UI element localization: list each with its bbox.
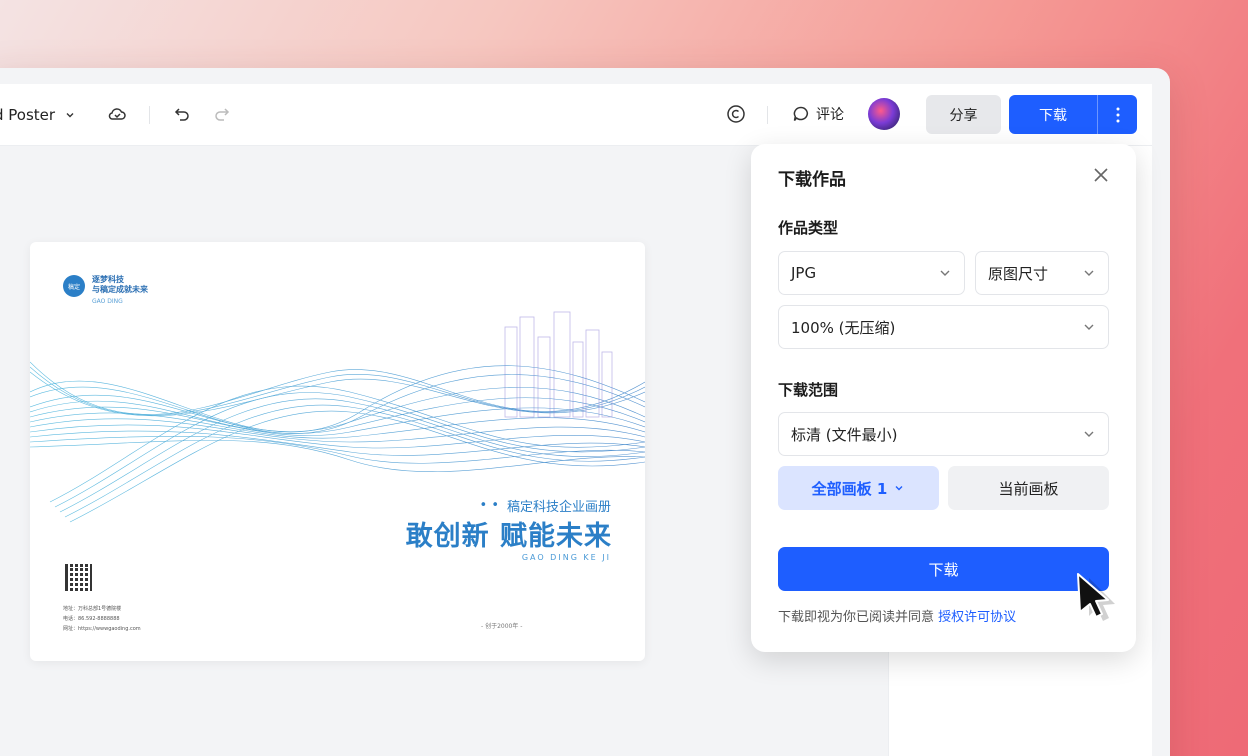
chevron-down-icon — [940, 270, 950, 276]
close-icon[interactable] — [1092, 166, 1110, 184]
share-button[interactable]: 分享 — [926, 95, 1001, 134]
avatar[interactable] — [868, 98, 900, 130]
clarity-select[interactable]: 标清 (文件最小) — [778, 412, 1109, 456]
size-value: 原图尺寸 — [988, 264, 1049, 283]
poster-since: - 创于2000年 - — [481, 623, 523, 630]
terms-text: 下载即视为你已阅读并同意 授权许可协议 — [778, 606, 1016, 625]
download-button[interactable]: 下载 — [1009, 105, 1097, 125]
panel-title: 下载作品 — [778, 170, 846, 190]
cloud-save-icon[interactable] — [105, 102, 129, 126]
poster-contact-address: 地址：万科总部1号德院楼 — [63, 606, 122, 612]
comment-icon — [793, 106, 809, 121]
clarity-value: 标清 (文件最小) — [791, 425, 898, 444]
poster-english: GAO DING KE JI — [521, 553, 611, 562]
chevron-down-icon — [1084, 324, 1094, 330]
more-options-icon[interactable] — [1097, 95, 1137, 134]
comment-label: 评论 — [816, 107, 844, 123]
poster-canvas[interactable]: 稿定 逐梦科技 与稿定成就未来 GAO DING • • 稿定科技企业画册 敢创… — [30, 242, 645, 661]
terms-prefix: 下载即视为你已阅读并同意 — [778, 610, 935, 625]
undo-icon[interactable] — [170, 102, 194, 126]
poster-logo-line1: 逐梦科技 — [92, 275, 124, 284]
poster-contact-web: 网址：https://wwwgaoding.com — [63, 626, 141, 632]
toolbar-divider — [149, 106, 150, 124]
poster-logo-line2: 与稿定成就未来 — [92, 285, 148, 294]
poster-logo-text: 逐梦科技 与稿定成就未来 — [92, 275, 148, 295]
poster-subtitle-text: 稿定科技企业画册 — [506, 500, 611, 515]
format-value: JPG — [791, 264, 817, 282]
size-select[interactable]: 原图尺寸 — [975, 251, 1109, 295]
toolbar-divider — [767, 106, 768, 124]
poster-logo-sub: GAO DING — [92, 298, 123, 305]
poster-subtitle: • • 稿定科技企业画册 — [480, 496, 611, 515]
copyright-icon[interactable] — [724, 102, 748, 126]
panel-download-button[interactable]: 下载 — [778, 547, 1109, 591]
chevron-down-icon — [1084, 270, 1094, 276]
all-boards-option[interactable]: 全部画板 1 — [778, 466, 939, 510]
chevron-down-icon — [895, 486, 903, 491]
chevron-down-icon — [66, 113, 74, 118]
all-boards-label: 全部画板 1 — [811, 479, 888, 498]
document-title-text: d Poster — [0, 106, 56, 124]
comment-button[interactable]: 评论 — [792, 104, 844, 124]
current-board-option[interactable]: 当前画板 — [948, 466, 1109, 510]
chevron-down-icon — [1084, 431, 1094, 437]
type-section-label: 作品类型 — [778, 219, 839, 237]
range-section-label: 下载范围 — [778, 381, 839, 399]
quality-select[interactable]: 100% (无压缩) — [778, 305, 1109, 349]
mouse-cursor-icon — [1077, 573, 1115, 621]
redo-icon[interactable] — [210, 102, 234, 126]
format-select[interactable]: JPG — [778, 251, 965, 295]
top-toolbar: d Poster 评论 分享 下载 — [0, 84, 1152, 146]
poster-headline: 敢创新 赋能未来 — [405, 521, 612, 552]
quality-value: 100% (无压缩) — [791, 318, 896, 337]
poster-dots: • • — [479, 498, 499, 513]
poster-logo: 稿定 — [63, 275, 85, 297]
terms-link[interactable]: 授权许可协议 — [938, 610, 1016, 625]
download-button-group: 下载 — [1009, 95, 1137, 134]
poster-contact-phone: 电话：86.592-8888888 — [63, 616, 120, 622]
poster-contact: 地址：万科总部1号德院楼 电话：86.592-8888888 网址：https:… — [63, 604, 141, 634]
document-title[interactable]: d Poster — [0, 106, 75, 124]
qr-code — [65, 564, 92, 591]
